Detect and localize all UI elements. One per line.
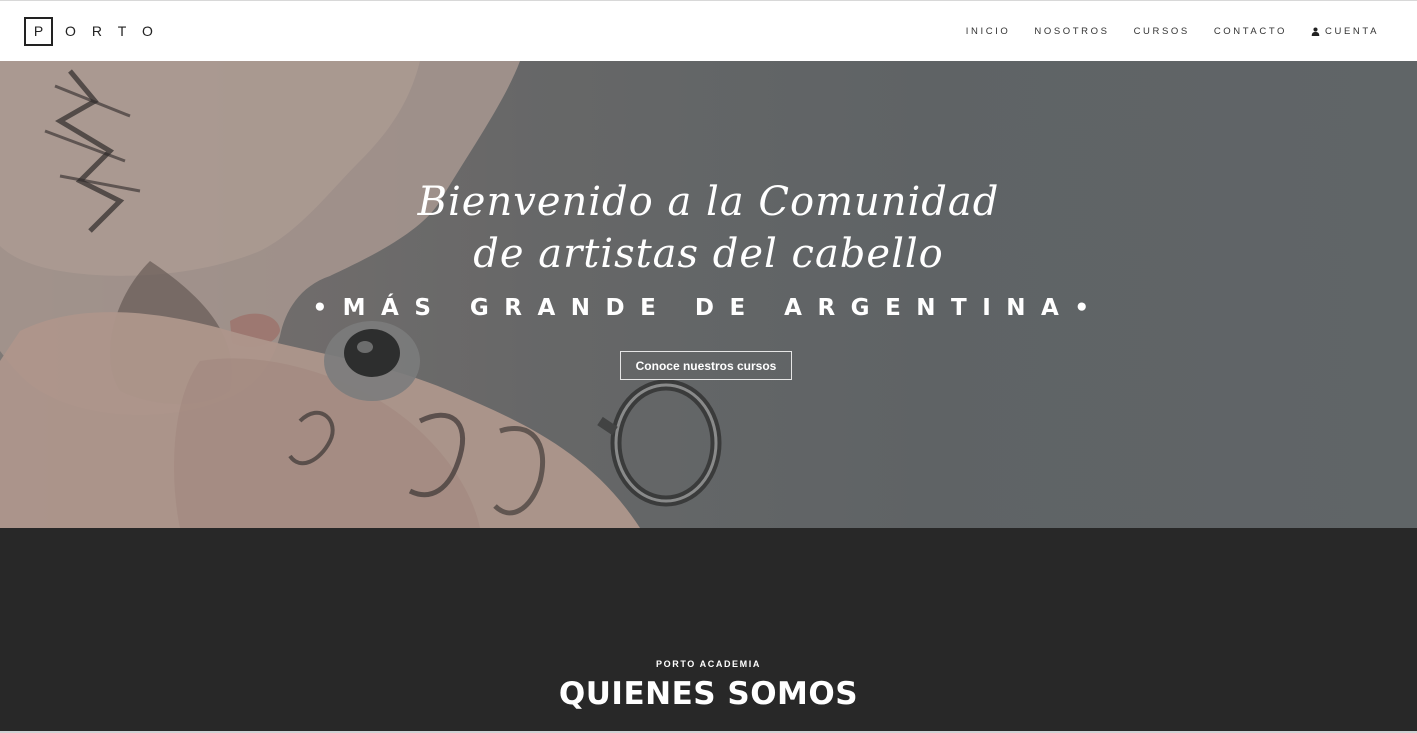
about-eyebrow: PORTO ACADEMIA bbox=[656, 659, 761, 669]
nav-contacto[interactable]: CONTACTO bbox=[1214, 26, 1287, 37]
hero-banner: Bienvenido a la Comunidad de artistas de… bbox=[0, 61, 1417, 528]
nav-inicio[interactable]: INICIO bbox=[966, 26, 1011, 37]
porto-logo[interactable]: P ORTO bbox=[24, 16, 169, 46]
main-nav: INICIO NOSOTROS CURSOS CONTACTO CUENTA bbox=[966, 26, 1379, 37]
courses-button[interactable]: Conoce nuestros cursos bbox=[620, 351, 792, 380]
hero-spaced-title: •MÁS GRANDE DE ARGENTINA• bbox=[312, 295, 1105, 321]
nav-cuenta[interactable]: CUENTA bbox=[1311, 26, 1379, 37]
hero-content: Bienvenido a la Comunidad de artistas de… bbox=[0, 61, 1417, 528]
nav-cuenta-label: CUENTA bbox=[1325, 25, 1379, 37]
user-icon bbox=[1311, 26, 1320, 36]
site-header: P ORTO INICIO NOSOTROS CURSOS CONTACTO C… bbox=[0, 0, 1417, 61]
hero-script-line-1: Bienvenido a la Comunidad bbox=[417, 179, 1000, 225]
about-section: PORTO ACADEMIA QUIENES SOMOS bbox=[0, 528, 1417, 733]
nav-cursos[interactable]: CURSOS bbox=[1134, 26, 1190, 37]
nav-nosotros[interactable]: NOSOTROS bbox=[1034, 26, 1109, 37]
logo-text: ORTO bbox=[65, 23, 169, 39]
hero-script-line-2: de artistas del cabello bbox=[473, 231, 944, 277]
logo-box: P bbox=[24, 16, 53, 46]
about-title: QUIENES SOMOS bbox=[558, 676, 859, 712]
